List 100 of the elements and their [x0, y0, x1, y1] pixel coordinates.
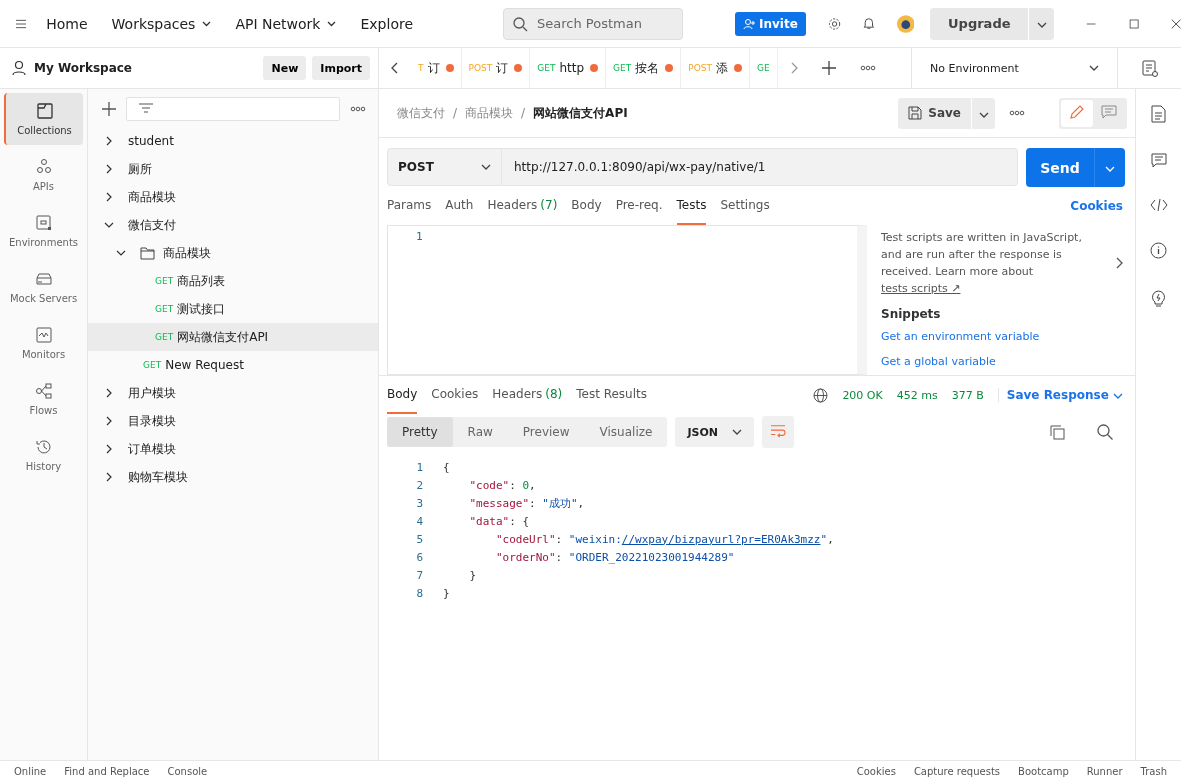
nav-link[interactable]: Workspaces	[101, 9, 222, 38]
globe-icon[interactable]	[813, 387, 829, 403]
sidebar-item[interactable]: APIs	[4, 149, 83, 201]
docs-link[interactable]: tests scripts ↗	[881, 282, 961, 295]
sidebar-item[interactable]: Environments	[4, 205, 83, 257]
comment-icon[interactable]	[1150, 153, 1167, 168]
status-bar-item[interactable]: Capture requests	[913, 765, 1001, 777]
method-dropdown[interactable]: POST	[387, 148, 502, 186]
view-tab[interactable]: Raw	[452, 417, 508, 447]
maximize-icon[interactable]	[1128, 16, 1139, 31]
info-icon[interactable]	[1150, 242, 1167, 259]
filter-field[interactable]	[126, 97, 340, 121]
menu-icon[interactable]	[16, 17, 27, 30]
request-tab[interactable]: GET http	[530, 48, 607, 88]
nav-link[interactable]: Explore	[350, 9, 423, 38]
code-icon[interactable]	[1149, 198, 1168, 212]
edit-mode-button[interactable]	[1061, 99, 1093, 127]
plus-icon[interactable]	[821, 61, 836, 75]
view-tab[interactable]: Preview	[507, 417, 585, 447]
url-field[interactable]: http://127.0.0.1:8090/api/wx-pay/native/1	[502, 148, 1018, 186]
search-field[interactable]: Search Postman	[503, 7, 683, 40]
code-editor[interactable]: 1	[387, 225, 867, 375]
request-section-tab[interactable]: Settings	[720, 187, 770, 225]
collection-item[interactable]: 商品模块	[88, 183, 378, 211]
breadcrumb-item[interactable]: 商品模块	[465, 104, 514, 122]
sidebar-item[interactable]: Flows	[4, 373, 83, 425]
nav-link[interactable]: Home	[36, 9, 98, 38]
bell-icon[interactable]	[863, 15, 875, 32]
chevron-right-icon[interactable]	[1115, 257, 1123, 269]
request-item[interactable]: GET New Request	[88, 351, 378, 379]
snippet-link[interactable]: Get a global variable	[881, 355, 1123, 368]
request-section-tab[interactable]: Body	[571, 187, 602, 225]
save-response-button[interactable]: Save Response	[997, 388, 1123, 402]
request-tab[interactable]: POST 订	[461, 48, 531, 88]
request-item[interactable]: GET 网站微信支付API	[88, 323, 378, 351]
status-bar-item[interactable]: Find and Replace	[64, 765, 150, 777]
code-line: "data": {	[469, 514, 530, 528]
close-icon[interactable]	[1170, 16, 1181, 31]
snippet-link[interactable]: Get an environment variable	[881, 330, 1123, 343]
request-section-tab[interactable]: Tests	[676, 187, 707, 225]
collection-item[interactable]: 用户模块	[88, 379, 378, 407]
response-tab[interactable]: Cookies	[431, 376, 479, 414]
request-item[interactable]: GET 商品列表	[88, 267, 378, 295]
view-tab[interactable]: Visualize	[584, 417, 668, 447]
view-tab[interactable]: Pretty	[387, 417, 453, 447]
sidebar-item[interactable]: Collections	[4, 93, 83, 145]
workspace-button[interactable]: Import	[312, 56, 370, 80]
request-tab[interactable]: POST 添	[681, 48, 750, 88]
chevron-left-icon[interactable]	[391, 62, 399, 74]
workspace-button[interactable]: New	[263, 56, 307, 80]
sidebar-item[interactable]: Mock Servers	[4, 261, 83, 313]
status-bar-item[interactable]: Bootcamp	[1018, 765, 1069, 777]
status-bar-item[interactable]: Trash	[1140, 765, 1167, 777]
status-bar-item[interactable]: Cookies	[856, 765, 896, 777]
environment-dropdown[interactable]: No Environment	[912, 48, 1118, 88]
plus-icon[interactable]	[102, 102, 116, 116]
request-section-tab[interactable]: Auth	[445, 187, 474, 225]
collection-item[interactable]: 厕所	[88, 155, 378, 183]
collection-icon	[35, 102, 54, 120]
status-bar-item[interactable]: Runner	[1086, 765, 1123, 777]
folder-item[interactable]: 商品模块	[88, 239, 378, 267]
environment-quick-look-icon[interactable]	[1141, 59, 1158, 77]
line-number: 6	[415, 550, 423, 564]
document-icon[interactable]	[1151, 105, 1166, 123]
more-icon[interactable]	[350, 106, 366, 112]
sidebar-item[interactable]: Monitors	[4, 317, 83, 369]
line-number: 4	[415, 514, 423, 528]
line-number: 7	[415, 568, 423, 582]
response-size[interactable]: 377 B	[951, 388, 984, 402]
lightbulb-icon[interactable]	[1151, 289, 1166, 307]
request-section-tab[interactable]: Headers (7)	[487, 187, 558, 225]
collection-item[interactable]: 订单模块	[88, 435, 378, 463]
nav-link[interactable]: API Network	[225, 9, 347, 38]
format-dropdown[interactable]: JSON	[675, 417, 754, 447]
request-section-tab[interactable]: Pre-req.	[615, 187, 663, 225]
collection-item[interactable]: 购物车模块	[88, 463, 378, 491]
collection-item[interactable]: student	[88, 127, 378, 155]
request-tab[interactable]: GET 按名	[606, 48, 682, 88]
request-section-tab[interactable]: Params	[387, 187, 432, 225]
invite-button[interactable]: Invite	[735, 11, 806, 36]
status-bar-item[interactable]: Console	[167, 765, 208, 777]
response-time[interactable]: 452 ms	[896, 388, 938, 402]
request-item[interactable]: GET 测试接口	[88, 295, 378, 323]
cookies-link[interactable]: Cookies	[1070, 199, 1123, 213]
collection-item[interactable]: 目录模块	[88, 407, 378, 435]
response-tab[interactable]: Headers (8)	[492, 376, 563, 414]
response-tab[interactable]: Body	[387, 376, 418, 414]
status-code[interactable]: 200 OK	[842, 388, 883, 402]
search-icon[interactable]	[1097, 424, 1113, 440]
more-icon[interactable]	[1009, 110, 1025, 116]
sidebar-item[interactable]: History	[4, 429, 83, 481]
response-tab[interactable]: Test Results	[576, 376, 647, 414]
breadcrumb-item[interactable]: 微信支付	[397, 104, 445, 122]
caret-icon	[978, 111, 989, 118]
person-icon	[12, 60, 26, 76]
collection-item[interactable]: 微信支付	[88, 211, 378, 239]
more-icon[interactable]	[859, 65, 876, 71]
copy-icon[interactable]	[1050, 424, 1065, 440]
request-tab[interactable]: T 订	[411, 48, 462, 88]
status-bar-item[interactable]: Online	[14, 765, 47, 777]
